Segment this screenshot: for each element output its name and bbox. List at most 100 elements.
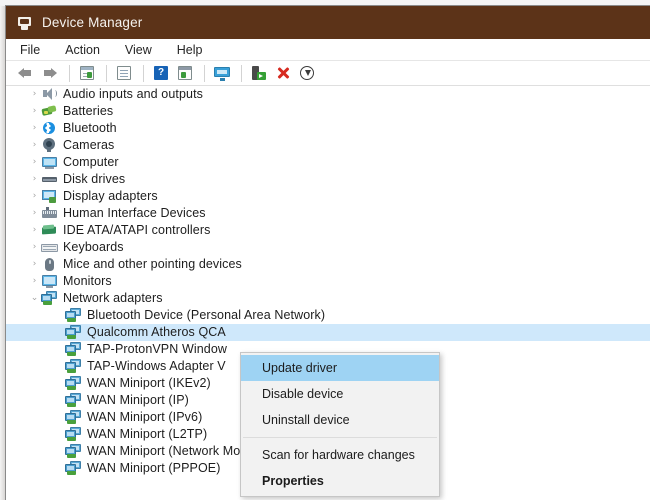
network-adapter-icon <box>65 325 82 340</box>
toolbar-separator <box>241 64 242 82</box>
tree-item[interactable]: Qualcomm Atheros QCA <box>6 324 650 341</box>
chevron-right-icon[interactable]: › <box>28 188 41 205</box>
tree-item-label: Bluetooth Device (Personal Area Network) <box>87 308 326 322</box>
hid-icon <box>41 206 58 221</box>
tree-item-label: WAN Miniport (PPPOE) <box>87 461 221 475</box>
bluetooth-icon <box>41 121 58 136</box>
network-adapter-icon <box>65 444 82 459</box>
disk-drive-icon <box>41 172 58 187</box>
network-adapter-icon <box>41 291 58 306</box>
tree-item[interactable]: › Bluetooth <box>6 120 650 137</box>
scan-for-hardware-changes-icon[interactable] <box>211 62 233 84</box>
mouse-icon <box>41 257 58 272</box>
network-adapter-icon <box>65 461 82 476</box>
context-menu-item[interactable]: Properties <box>241 468 439 494</box>
chevron-right-icon[interactable]: › <box>28 154 41 171</box>
tree-item-label: Display adapters <box>63 189 158 203</box>
tree-item[interactable]: › Computer <box>6 154 650 171</box>
toolbar-separator <box>204 64 205 82</box>
tree-item[interactable]: Bluetooth Device (Personal Area Network) <box>6 307 650 324</box>
device-manager-icon <box>17 15 33 31</box>
network-adapter-icon <box>65 342 82 357</box>
tree-item[interactable]: › Batteries <box>6 103 650 120</box>
tree-item[interactable]: › Human Interface Devices <box>6 205 650 222</box>
context-menu-separator <box>243 437 437 438</box>
properties-icon[interactable] <box>113 62 135 84</box>
context-menu-item[interactable]: Disable device <box>241 381 439 407</box>
uninstall-device-icon[interactable] <box>272 62 294 84</box>
tree-item-label: Monitors <box>63 274 112 288</box>
menu-bar: File Action View Help <box>6 39 650 61</box>
chevron-right-icon[interactable]: › <box>28 103 41 120</box>
context-menu-item[interactable]: Update driver <box>241 355 439 381</box>
chevron-right-icon[interactable]: › <box>28 239 41 256</box>
tree-item-label: WAN Miniport (IPv6) <box>87 410 203 424</box>
tree-item-label: TAP-ProtonVPN Window <box>87 342 228 356</box>
context-menu-item[interactable]: Scan for hardware changes <box>241 442 439 468</box>
tree-item-label: Audio inputs and outputs <box>63 87 204 101</box>
computer-icon <box>41 155 58 170</box>
tree-item-label: WAN Miniport (IP) <box>87 393 189 407</box>
display-adapter-icon <box>41 189 58 204</box>
tree-item-label: Mice and other pointing devices <box>63 257 242 271</box>
tree-item-label: Qualcomm Atheros QCA <box>87 325 226 339</box>
monitor-icon <box>41 274 58 289</box>
network-adapter-icon <box>65 359 82 374</box>
chevron-right-icon[interactable]: › <box>28 171 41 188</box>
menu-item-action[interactable]: Action <box>65 43 100 57</box>
tree-item[interactable]: › IDE ATA/ATAPI controllers <box>6 222 650 239</box>
chevron-down-icon[interactable]: ⌄ <box>28 290 41 307</box>
battery-icon <box>41 104 58 119</box>
tree-item-label: Computer <box>63 155 119 169</box>
tree-item-label: Human Interface Devices <box>63 206 206 220</box>
toolbar-separator <box>106 64 107 82</box>
tree-item-label: TAP-Windows Adapter V <box>87 359 226 373</box>
tree-item-label: Cameras <box>63 138 115 152</box>
toolbar-separator <box>69 64 70 82</box>
chevron-right-icon[interactable]: › <box>28 86 41 103</box>
toolbar-separator <box>143 64 144 82</box>
disable-device-icon[interactable] <box>296 62 318 84</box>
chevron-right-icon[interactable]: › <box>28 137 41 154</box>
context-menu-item[interactable]: Uninstall device <box>241 407 439 433</box>
toolbar: ? <box>6 61 650 86</box>
chevron-right-icon[interactable]: › <box>28 222 41 239</box>
menu-item-file[interactable]: File <box>20 43 40 57</box>
tree-item[interactable]: ⌄ Network adapters <box>6 290 650 307</box>
tree-item-label: Keyboards <box>63 240 124 254</box>
menu-item-view[interactable]: View <box>125 43 152 57</box>
update-driver-icon[interactable] <box>248 62 270 84</box>
chevron-right-icon[interactable]: › <box>28 120 41 137</box>
tree-item[interactable]: › Monitors <box>6 273 650 290</box>
screen: Device Manager File Action View Help ? ›… <box>0 0 650 500</box>
network-adapter-icon <box>65 376 82 391</box>
tree-item-label: Disk drives <box>63 172 126 186</box>
tree-item-label: Bluetooth <box>63 121 117 135</box>
show-hide-console-tree-icon[interactable] <box>76 62 98 84</box>
tree-item[interactable]: › Audio inputs and outputs <box>6 86 650 103</box>
chevron-right-icon[interactable]: › <box>28 205 41 222</box>
network-adapter-icon <box>65 393 82 408</box>
network-adapter-icon <box>65 308 82 323</box>
tree-item[interactable]: › Cameras <box>6 137 650 154</box>
view-details-icon[interactable] <box>174 62 196 84</box>
context-menu[interactable]: Update driver Disable device Uninstall dev… <box>240 352 440 497</box>
menu-item-help[interactable]: Help <box>177 43 203 57</box>
tree-item-label: IDE ATA/ATAPI controllers <box>63 223 211 237</box>
speaker-icon <box>41 87 58 102</box>
camera-icon <box>41 138 58 153</box>
chevron-right-icon[interactable]: › <box>28 273 41 290</box>
keyboard-icon <box>41 240 58 255</box>
network-adapter-icon <box>65 410 82 425</box>
tree-item[interactable]: › Disk drives <box>6 171 650 188</box>
tree-item[interactable]: › Keyboards <box>6 239 650 256</box>
ide-controller-icon <box>41 223 58 238</box>
tree-item[interactable]: › Display adapters <box>6 188 650 205</box>
window-title: Device Manager <box>42 15 143 30</box>
forward-arrow-icon[interactable] <box>39 62 61 84</box>
back-arrow-icon[interactable] <box>15 62 37 84</box>
tree-item[interactable]: › Mice and other pointing devices <box>6 256 650 273</box>
tree-item-label: WAN Miniport (L2TP) <box>87 427 208 441</box>
chevron-right-icon[interactable]: › <box>28 256 41 273</box>
help-icon[interactable]: ? <box>150 62 172 84</box>
